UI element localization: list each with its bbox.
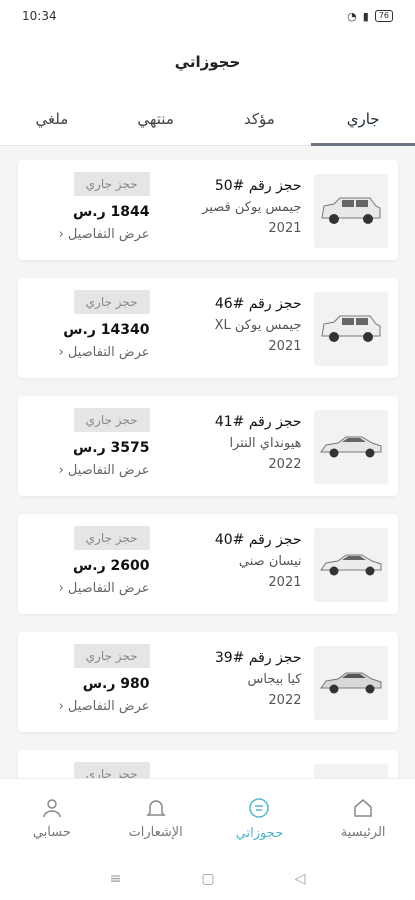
page-title: حجوزاتي xyxy=(0,32,415,92)
status-badge: حجز جاري xyxy=(73,762,150,778)
booking-card[interactable]: حجز رقم #46 جيمس يوكن XL 2021 حجز جاري 1… xyxy=(17,278,398,378)
nav-home[interactable]: الرئيسية xyxy=(311,779,415,858)
user-icon xyxy=(43,799,61,818)
chevron-left-icon: ‹ xyxy=(58,345,64,360)
booking-number: حجز رقم #40 xyxy=(214,532,302,548)
tab-cancelled[interactable]: ملغي xyxy=(0,92,104,145)
booking-card[interactable]: حجز رقم #50 جيمس يوكن قصير 2021 حجز جاري… xyxy=(17,160,398,260)
car-thumbnail xyxy=(313,646,388,720)
recent-apps-icon[interactable]: ≡ xyxy=(110,871,122,887)
booking-price: 14340 ر.س xyxy=(63,322,150,338)
car-year: 2021 xyxy=(268,339,302,354)
chevron-left-icon: ‹ xyxy=(58,463,64,478)
status-badge: حجز جاري xyxy=(73,644,150,668)
view-details-link[interactable]: عرض التفاصيل ‹ xyxy=(30,345,150,360)
home-button-icon[interactable]: ▢ xyxy=(201,871,214,887)
status-badge: حجز جاري xyxy=(73,172,150,196)
view-details-link[interactable]: عرض التفاصيل ‹ xyxy=(30,227,150,242)
suv-icon xyxy=(320,197,380,224)
booking-price: 2600 ر.س xyxy=(72,558,150,574)
battery-icon: 76 xyxy=(374,10,393,22)
car-year: 2021 xyxy=(268,575,302,590)
system-navigation: ≡ ▢ ◁ xyxy=(0,858,415,900)
chevron-left-icon: ‹ xyxy=(58,581,64,596)
car-thumbnail xyxy=(313,292,388,366)
status-badge: حجز جاري xyxy=(73,408,150,432)
car-thumbnail xyxy=(313,410,388,484)
view-details-link[interactable]: عرض التفاصيل ‹ xyxy=(30,581,150,596)
bookings-list: حجز رقم #50 جيمس يوكن قصير 2021 حجز جاري… xyxy=(0,146,415,778)
wifi-icon: ◔ xyxy=(347,9,357,23)
back-icon[interactable]: ◁ xyxy=(295,871,306,887)
booking-price: 980 ر.س xyxy=(82,676,150,692)
chevron-left-icon: ‹ xyxy=(58,699,64,714)
car-name: جيمس يوكن قصير xyxy=(202,200,302,215)
signal-icon: ▮ xyxy=(362,9,369,23)
booking-number: حجز رقم #46 xyxy=(214,296,302,312)
status-badge: حجز جاري xyxy=(73,290,150,314)
car-name: نيسان صني xyxy=(238,554,302,569)
car-thumbnail xyxy=(313,528,388,602)
bell-icon xyxy=(145,800,166,816)
booking-number: حجز رقم #41 xyxy=(214,414,302,430)
bookings-icon xyxy=(249,798,270,818)
booking-card[interactable]: حجز رقم #40 نيسان صني 2021 حجز جاري 2600… xyxy=(17,514,398,614)
booking-card[interactable]: حجز رقم #39 كيا بيجاس 2022 حجز جاري 980 … xyxy=(17,632,398,732)
tab-bar: جاري مؤكد منتهي ملغي xyxy=(0,92,415,146)
sedan-icon xyxy=(319,436,381,458)
tab-confirmed[interactable]: مؤكد xyxy=(208,92,312,145)
status-icons: ◔ ▮ 76 xyxy=(347,10,393,23)
booking-card-partial[interactable]: حجز جاري xyxy=(17,750,398,778)
booking-price: 3575 ر.س xyxy=(72,440,150,456)
view-details-link[interactable]: عرض التفاصيل ‹ xyxy=(30,699,150,714)
tab-ended[interactable]: منتهي xyxy=(104,92,208,145)
nav-account[interactable]: حسابي xyxy=(0,779,104,858)
nav-notifications[interactable]: الإشعارات xyxy=(104,779,208,858)
view-details-link[interactable]: عرض التفاصيل ‹ xyxy=(30,463,150,478)
car-name: كيا بيجاس xyxy=(247,672,302,687)
booking-number: حجز رقم #39 xyxy=(214,650,302,666)
suv-icon xyxy=(320,315,380,342)
car-name: جيمس يوكن XL xyxy=(214,318,302,333)
booking-price: 1844 ر.س xyxy=(72,204,150,220)
car-name: هيونداي النترا xyxy=(229,436,302,451)
status-time: 10:34 xyxy=(22,9,57,23)
car-thumbnail xyxy=(313,174,388,248)
sedan-icon xyxy=(319,672,381,694)
tab-ongoing[interactable]: جاري xyxy=(311,92,415,146)
booking-number: حجز رقم #50 xyxy=(214,178,302,194)
status-bar: 10:34 ◔ ▮ 76 xyxy=(0,0,415,32)
car-year: 2022 xyxy=(268,693,302,708)
nav-bookings[interactable]: حجوزاتي xyxy=(208,779,312,858)
bottom-navigation: الرئيسية حجوزاتي الإشعارات حسابي xyxy=(0,778,415,858)
booking-card[interactable]: حجز رقم #41 هيونداي النترا 2022 حجز جاري… xyxy=(17,396,398,496)
car-year: 2022 xyxy=(268,457,302,472)
sedan-icon xyxy=(319,554,381,576)
status-badge: حجز جاري xyxy=(73,526,150,550)
home-icon xyxy=(354,799,372,817)
car-thumbnail xyxy=(313,764,388,778)
car-year: 2021 xyxy=(268,221,302,236)
chevron-left-icon: ‹ xyxy=(58,227,64,242)
